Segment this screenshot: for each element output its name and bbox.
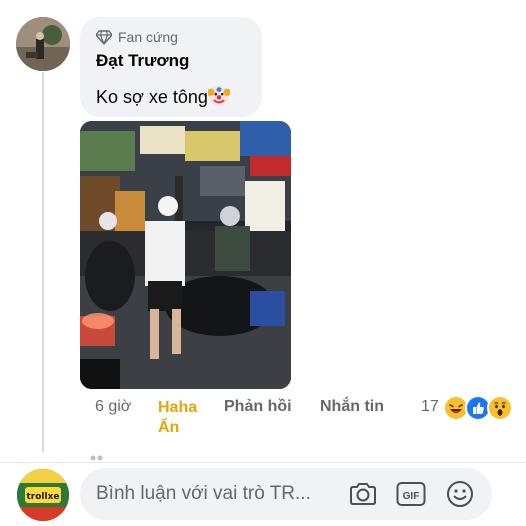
comment-composer[interactable]: Bình luận với vai trò TR... GIF [80,468,492,520]
page-avatar[interactable]: trollxe [17,469,69,521]
more-replies-indicator [90,455,103,461]
reaction-count[interactable]: 17 [421,398,439,416]
thread-line [42,72,44,452]
comment-text-body: Ko sợ xe tông [96,87,208,107]
attached-photo[interactable] [80,121,291,389]
diamond-icon [96,30,112,45]
badge-label: Fan cứng [118,29,178,45]
haha-label: Haha [158,399,198,416]
commenter-avatar[interactable] [16,17,70,71]
reply-button[interactable]: Phản hồi [224,398,292,416]
clown-face-icon [207,85,230,107]
emoji-icon[interactable] [445,480,475,508]
top-fan-badge: Fan cứng [96,29,178,45]
gif-icon[interactable]: GIF [396,480,426,508]
composer-divider [0,462,526,463]
message-button[interactable]: Nhắn tin [320,398,384,416]
comment-author[interactable]: Đạt Trương [96,51,189,71]
comment-timestamp[interactable]: 6 giờ [95,398,131,416]
haha-reaction-button[interactable]: Haha Ẩn [158,398,206,438]
reaction-summary[interactable] [443,395,513,421]
comment-text: Ko sợ xe tông [96,85,230,108]
comment-actions: 6 giờ Haha Ẩn Phản hồi Nhắn tin 17 [95,395,515,438]
camera-icon[interactable] [348,480,378,508]
hide-label: Ẩn [158,419,180,436]
svg-text:GIF: GIF [403,491,420,502]
comment-input-placeholder[interactable]: Bình luận với vai trò TR... [96,483,311,505]
page-avatar-logo-text: trollxe [26,492,59,502]
wow-reaction-icon [487,395,513,421]
comment-bubble: Fan cứng Đạt Trương Ko sợ xe tông [80,17,262,117]
